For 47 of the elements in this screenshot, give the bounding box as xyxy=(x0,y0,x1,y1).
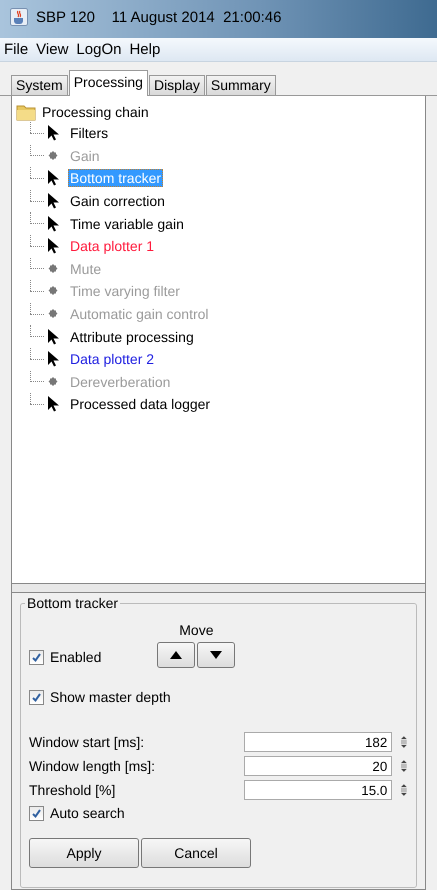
tab[interactable]: Display xyxy=(148,75,205,95)
cursor-icon xyxy=(46,238,60,254)
move-up-button[interactable] xyxy=(157,642,196,668)
group-title: Bottom tracker xyxy=(25,595,120,611)
cursor-icon xyxy=(46,351,60,368)
tree-node[interactable]: Time variable gain xyxy=(68,214,186,233)
tree-node[interactable]: Data plotter 2 xyxy=(68,350,156,368)
tree-node[interactable]: Data plotter 1 xyxy=(68,237,156,256)
tab[interactable]: Processing xyxy=(68,70,148,96)
cursor-icon xyxy=(46,170,60,186)
number-field[interactable]: 182 xyxy=(244,732,392,752)
menu-item[interactable]: File xyxy=(4,41,28,58)
cursor-icon xyxy=(46,125,60,142)
field-label: Window length [ms]: xyxy=(29,758,156,774)
field-label: Window start [ms]: xyxy=(29,734,146,750)
dialog-button[interactable]: Cancel xyxy=(141,838,251,868)
window-title: SBP 120 11 August 2014 21:00:46 xyxy=(36,8,282,26)
menu-item[interactable]: View xyxy=(36,41,68,58)
tab[interactable]: Summary xyxy=(206,75,276,95)
checkbox-label: Enabled xyxy=(50,649,102,665)
tree-node[interactable]: Attribute processing xyxy=(68,328,196,346)
down-triangle-icon xyxy=(210,651,222,659)
cup-icon xyxy=(10,8,28,26)
menu-item[interactable]: LogOn xyxy=(76,41,122,58)
dialog-button[interactable]: Apply xyxy=(29,838,139,868)
tree-node[interactable]: Processing chain xyxy=(42,104,149,120)
checkbox-label: Auto search xyxy=(50,805,125,821)
menu-item[interactable]: Help xyxy=(129,41,160,58)
checkbox[interactable] xyxy=(29,806,44,820)
checkbox[interactable] xyxy=(29,650,44,664)
checkbox-label: Show master depth xyxy=(50,689,171,705)
number-field[interactable]: 15.0 xyxy=(244,780,392,800)
tree-node[interactable]: Gain correction xyxy=(68,192,167,210)
tab[interactable]: System xyxy=(11,75,68,95)
folder-icon xyxy=(16,103,36,121)
tree-node[interactable]: Processed data logger xyxy=(68,395,212,414)
checkbox[interactable] xyxy=(29,690,44,704)
cursor-icon xyxy=(46,216,60,232)
move-down-button[interactable] xyxy=(197,642,236,668)
up-triangle-icon xyxy=(170,651,182,659)
tree-node[interactable]: Filters xyxy=(68,124,110,142)
move-label: Move xyxy=(179,622,214,638)
cursor-icon xyxy=(46,193,60,210)
number-field[interactable]: 20 xyxy=(244,756,392,776)
cursor-icon xyxy=(46,328,60,345)
field-label: Threshold [%] xyxy=(29,782,116,798)
cursor-icon xyxy=(46,396,60,412)
